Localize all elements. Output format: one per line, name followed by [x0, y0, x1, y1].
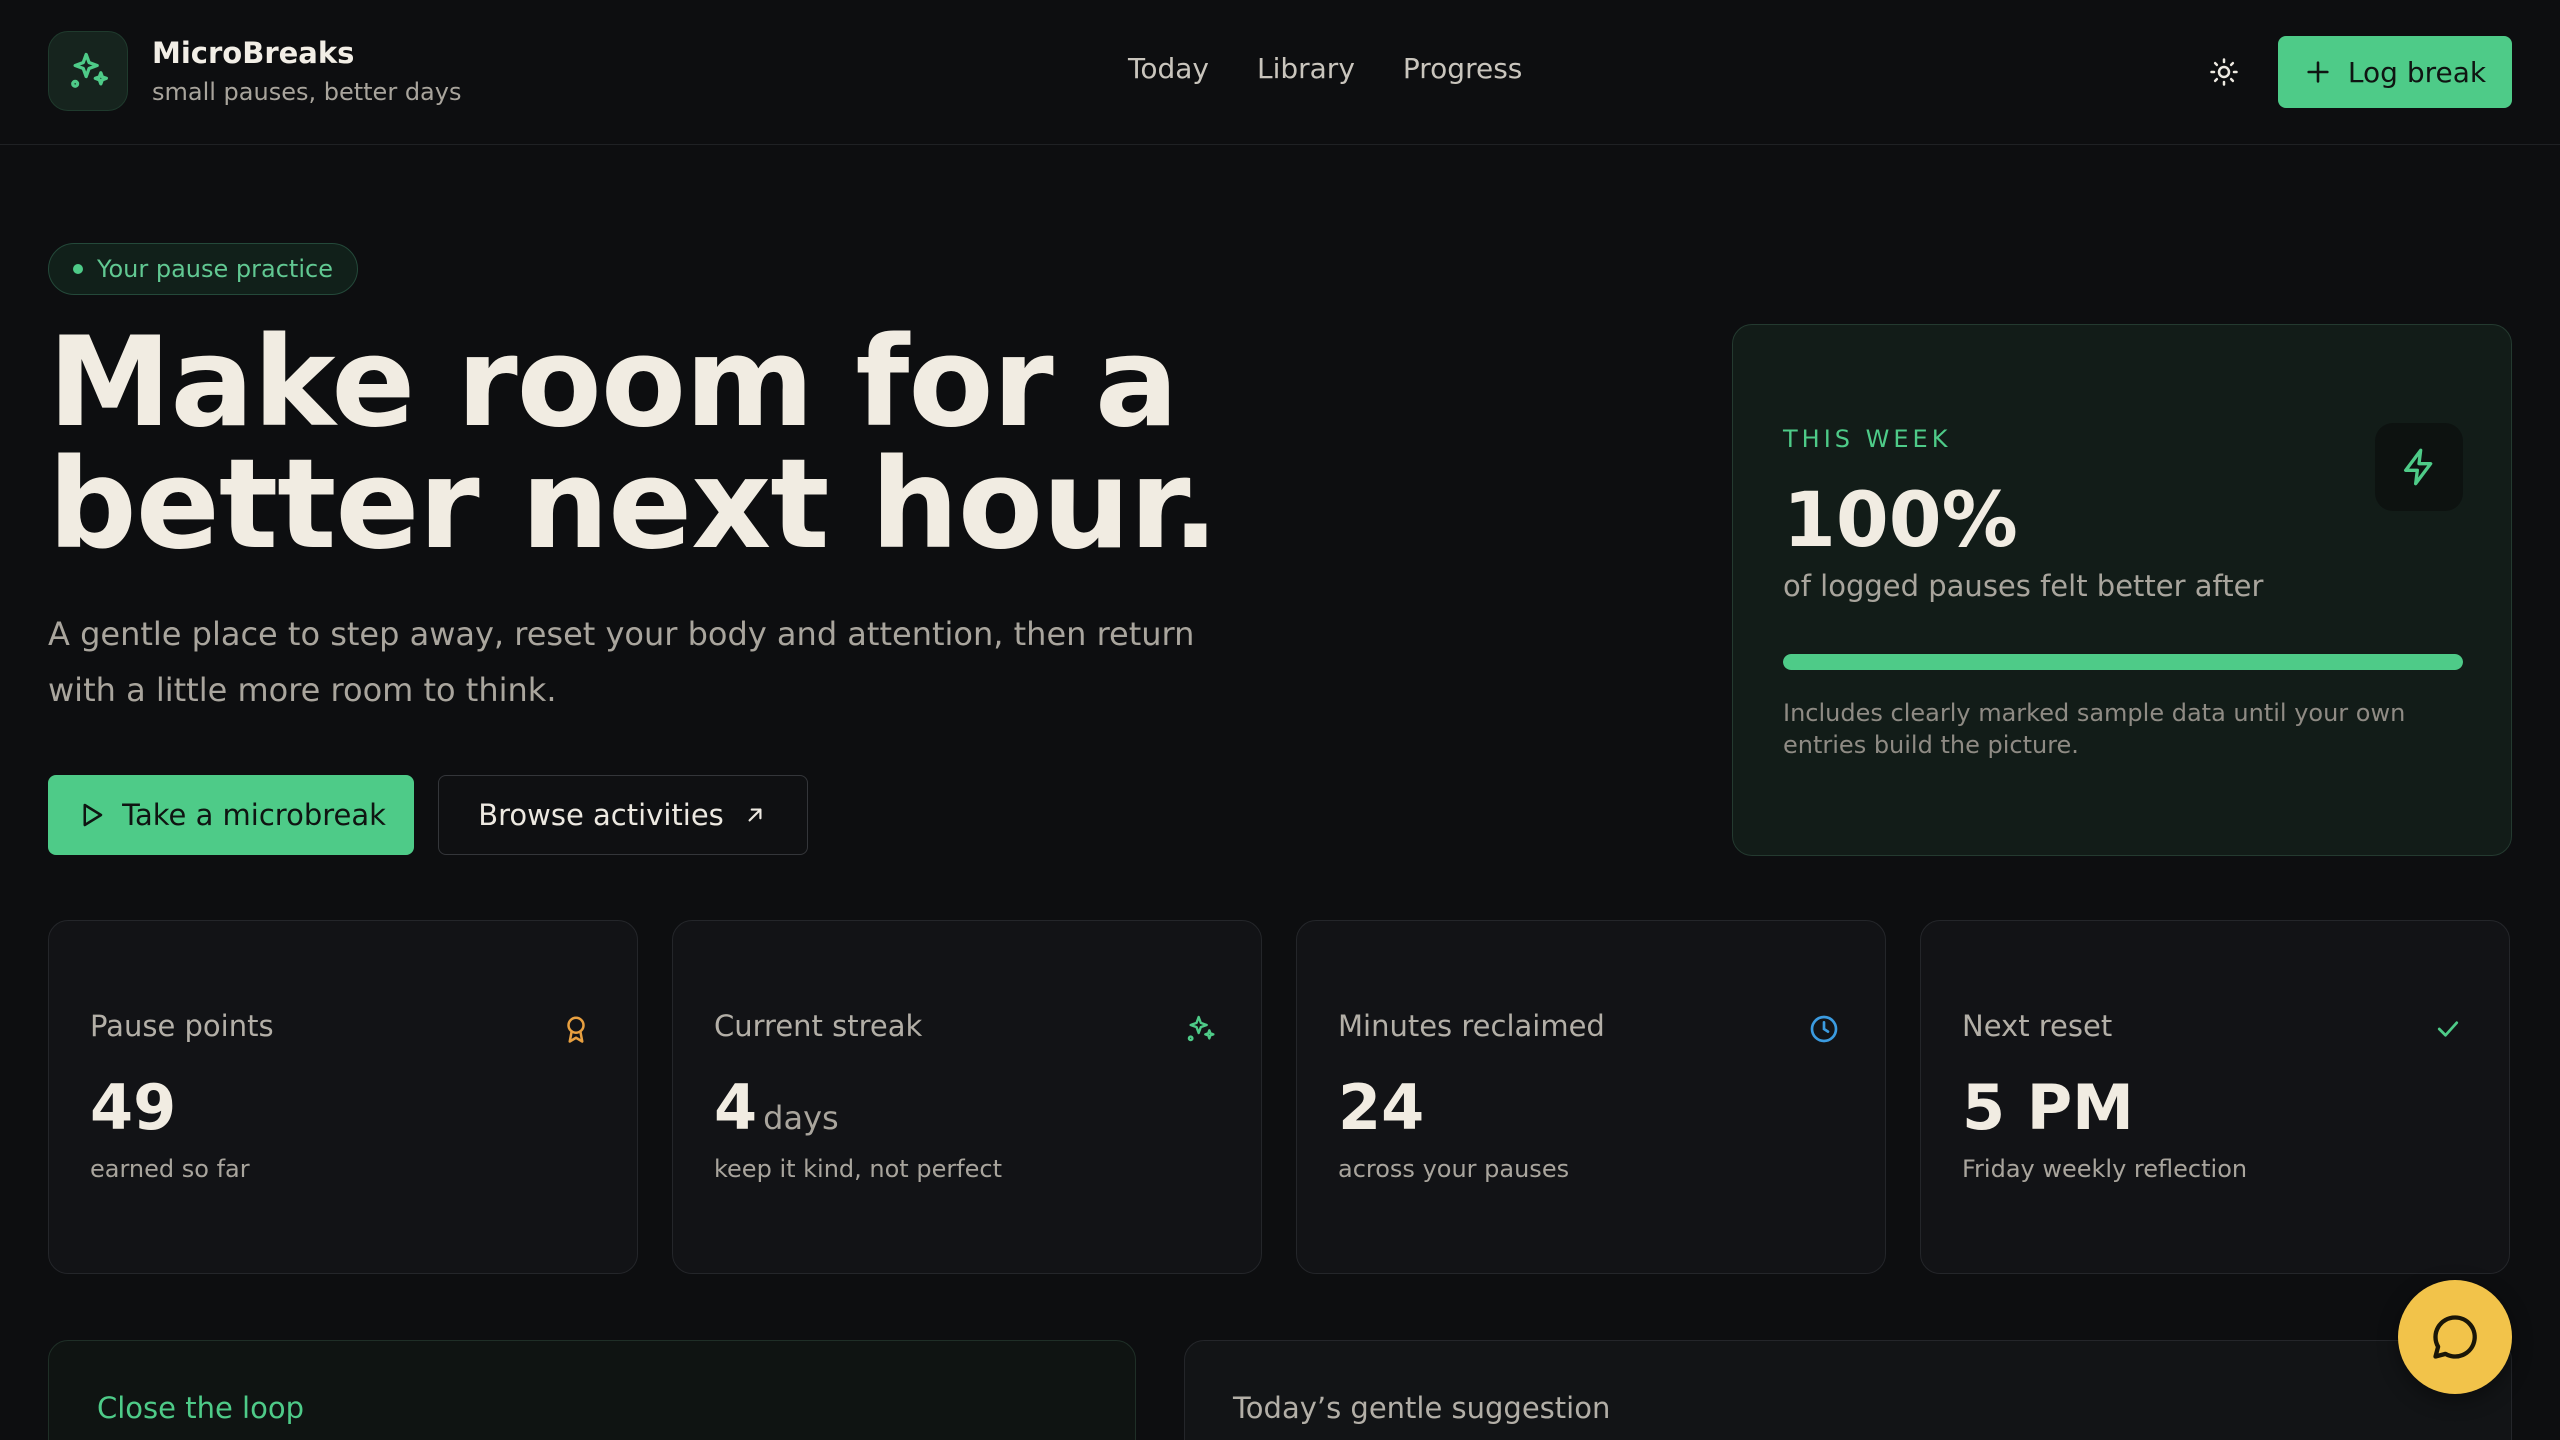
stat-number: 4: [714, 1071, 758, 1144]
hero-subtitle: A gentle place to step away, reset your …: [48, 606, 1288, 718]
brand-name: MicroBreaks: [152, 36, 355, 70]
week-note: Includes clearly marked sample data unti…: [1783, 699, 2406, 759]
stat-card-next-reset: Next reset 5 PM Friday weekly reflection: [1920, 920, 2510, 1274]
week-icon-badge: [2375, 423, 2463, 511]
log-break-button[interactable]: Log break: [2278, 36, 2512, 108]
stat-value: 4 days: [714, 1071, 839, 1144]
sun-icon: [2210, 58, 2238, 86]
chat-bubble-icon: [2433, 1315, 2477, 1359]
stat-label: Pause points: [90, 1009, 274, 1043]
title-line-1: Make room for a: [48, 311, 1179, 455]
this-week-card: THIS WEEK 100% of logged pauses felt bet…: [1732, 324, 2512, 856]
lightning-icon: [2404, 448, 2433, 486]
gentle-suggestion-title: Today’s gentle suggestion: [1233, 1391, 1611, 1425]
stat-number: 24: [1338, 1071, 1425, 1144]
stat-caption: earned so far: [90, 1155, 250, 1183]
main-nav: Today Library Progress: [1128, 52, 1522, 85]
log-break-label: Log break: [2347, 55, 2487, 89]
stat-label: Current streak: [714, 1009, 923, 1043]
page-title: Make room for a better next hour.: [48, 311, 1448, 577]
pill-label: Your pause practice: [97, 255, 333, 283]
plus-icon: [2307, 61, 2329, 83]
stat-icon-wrap: [1804, 1009, 1844, 1049]
browse-activities-label: Browse activities: [478, 798, 724, 832]
week-description: of logged pauses felt better after: [1783, 569, 2264, 603]
stat-card-minutes-reclaimed: Minutes reclaimed 24 across your pauses: [1296, 920, 1886, 1274]
gentle-suggestion-card: Today’s gentle suggestion: [1184, 1340, 2512, 1440]
stat-value: 5 PM: [1962, 1071, 2134, 1144]
stat-icon-wrap: [2428, 1009, 2468, 1049]
top-header: MicroBreaks small pauses, better days To…: [0, 0, 2560, 145]
logo[interactable]: [48, 31, 128, 111]
practice-pill: Your pause practice: [48, 243, 358, 295]
brand-tagline: small pauses, better days: [152, 78, 462, 106]
stat-label: Minutes reclaimed: [1338, 1009, 1605, 1043]
nav-item-library[interactable]: Library: [1257, 52, 1355, 85]
take-microbreak-label: Take a microbreak: [122, 798, 386, 832]
close-the-loop-card: Close the loop: [48, 1340, 1136, 1440]
stat-caption: Friday weekly reflection: [1962, 1155, 2248, 1183]
stat-unit: days: [763, 1099, 839, 1137]
stat-label: Next reset: [1962, 1009, 2113, 1043]
nav-item-today[interactable]: Today: [1128, 52, 1209, 85]
stat-value: 49: [90, 1071, 176, 1144]
subtitle-line-2: with a little more room to think.: [48, 671, 557, 709]
stat-number: 49: [90, 1071, 177, 1144]
stat-icon-wrap: [556, 1009, 596, 1049]
theme-toggle-button[interactable]: [2204, 52, 2244, 92]
stat-number: 5 PM: [1962, 1071, 2134, 1144]
arrow-up-right-icon: [748, 808, 762, 822]
award-icon: [567, 1016, 585, 1043]
stat-card-current-streak: Current streak 4 days keep it kind, not p…: [672, 920, 1262, 1274]
take-microbreak-button[interactable]: Take a microbreak: [48, 775, 414, 855]
sparkles-icon: [71, 52, 108, 88]
clock-icon: [1810, 1015, 1838, 1043]
play-icon: [83, 803, 103, 827]
week-progress-bar: [1783, 654, 2463, 670]
status-dot-icon: [73, 264, 83, 274]
title-line-2: better next hour.: [48, 433, 1219, 577]
week-label: THIS WEEK: [1783, 425, 1952, 453]
sparkles-icon: [1187, 1015, 1215, 1042]
stat-caption: keep it kind, not perfect: [714, 1155, 1003, 1183]
browse-activities-button[interactable]: Browse activities: [438, 775, 808, 855]
week-progress-fill: [1783, 654, 2463, 670]
close-the-loop-title: Close the loop: [97, 1391, 304, 1425]
subtitle-line-1: A gentle place to step away, reset your …: [48, 615, 1195, 653]
stat-icon-wrap: [1180, 1009, 1220, 1049]
check-icon: [2437, 1021, 2459, 1037]
stat-card-pause-points: Pause points 49 earned so far: [48, 920, 638, 1274]
chat-button[interactable]: [2398, 1280, 2512, 1394]
nav-item-progress[interactable]: Progress: [1403, 52, 1523, 85]
stat-value: 24: [1338, 1071, 1424, 1144]
stat-caption: across your pauses: [1338, 1155, 1570, 1183]
week-percentage: 100%: [1783, 475, 2018, 564]
